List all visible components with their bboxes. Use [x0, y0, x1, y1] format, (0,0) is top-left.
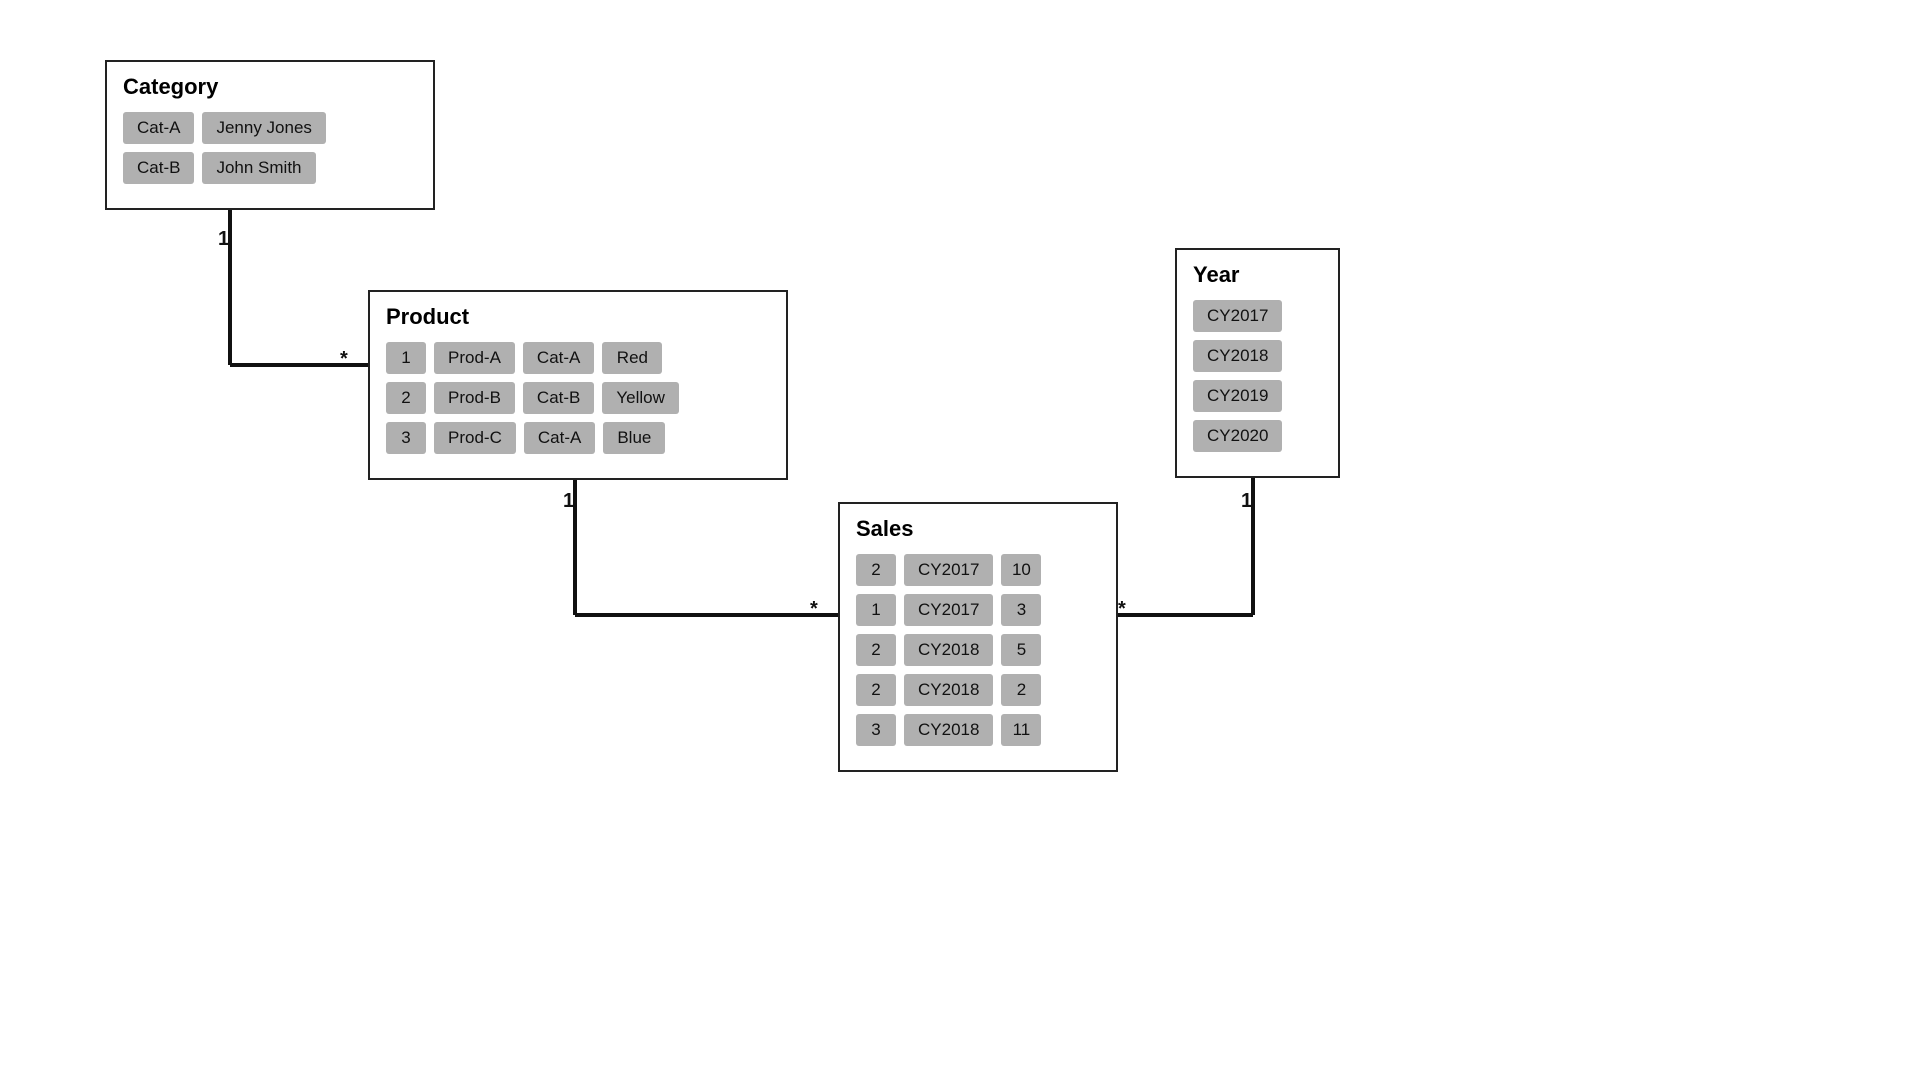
cat-a-cell: Cat-A	[123, 112, 194, 144]
sales-r4-c0: 3	[856, 714, 896, 746]
prod-b-color: Yellow	[602, 382, 679, 414]
sales-r2-c0: 2	[856, 634, 896, 666]
sales-r3-c0: 2	[856, 674, 896, 706]
year-table: Year CY2017 CY2018 CY2019 CY2020	[1175, 248, 1340, 478]
category-row-1: Cat-B John Smith	[123, 152, 417, 184]
sales-r4-c2: 11	[1001, 714, 1041, 746]
prod-b-cat: Cat-B	[523, 382, 594, 414]
sales-row-4: 3 CY2018 11	[856, 714, 1100, 746]
sales-row-2: 2 CY2018 5	[856, 634, 1100, 666]
prod-id-2: 2	[386, 382, 426, 414]
product-row-1: 2 Prod-B Cat-B Yellow	[386, 382, 770, 414]
sales-r3-c2: 2	[1001, 674, 1041, 706]
year-row-2: CY2019	[1193, 380, 1322, 412]
prod-id-1: 1	[386, 342, 426, 374]
sales-r2-c2: 5	[1001, 634, 1041, 666]
john-smith-cell: John Smith	[202, 152, 315, 184]
rel-year-sales-one: 1	[1241, 490, 1252, 513]
cy2017-cell: CY2017	[1193, 300, 1282, 332]
prod-b-name: Prod-B	[434, 382, 515, 414]
year-row-0: CY2017	[1193, 300, 1322, 332]
year-row-1: CY2018	[1193, 340, 1322, 372]
sales-r0-c2: 10	[1001, 554, 1041, 586]
prod-a-cat: Cat-A	[523, 342, 594, 374]
sales-r0-c0: 2	[856, 554, 896, 586]
prod-c-name: Prod-C	[434, 422, 516, 454]
prod-id-3: 3	[386, 422, 426, 454]
jenny-jones-cell: Jenny Jones	[202, 112, 325, 144]
product-row-2: 3 Prod-C Cat-A Blue	[386, 422, 770, 454]
rel-cat-prod-one: 1	[218, 228, 229, 251]
prod-c-color: Blue	[603, 422, 665, 454]
cy2018-cell: CY2018	[1193, 340, 1282, 372]
rel-prod-sales-many: *	[810, 598, 818, 621]
sales-row-3: 2 CY2018 2	[856, 674, 1100, 706]
category-row-0: Cat-A Jenny Jones	[123, 112, 417, 144]
rel-prod-sales-one: 1	[563, 490, 574, 513]
diagram-container: 1 * 1 * 1 * Category Cat-A Jenny Jones C…	[0, 0, 1920, 1080]
sales-title: Sales	[856, 516, 1100, 542]
sales-r2-c1: CY2018	[904, 634, 993, 666]
sales-table: Sales 2 CY2017 10 1 CY2017 3 2 CY2018 5 …	[838, 502, 1118, 772]
rel-cat-prod-many: *	[340, 348, 348, 371]
cy2019-cell: CY2019	[1193, 380, 1282, 412]
prod-a-color: Red	[602, 342, 662, 374]
rel-year-sales-many: *	[1118, 598, 1126, 621]
sales-r1-c0: 1	[856, 594, 896, 626]
year-title: Year	[1193, 262, 1322, 288]
prod-a-name: Prod-A	[434, 342, 515, 374]
sales-r4-c1: CY2018	[904, 714, 993, 746]
product-row-0: 1 Prod-A Cat-A Red	[386, 342, 770, 374]
year-row-3: CY2020	[1193, 420, 1322, 452]
product-title: Product	[386, 304, 770, 330]
sales-row-0: 2 CY2017 10	[856, 554, 1100, 586]
sales-r1-c2: 3	[1001, 594, 1041, 626]
cat-b-cell: Cat-B	[123, 152, 194, 184]
sales-r0-c1: CY2017	[904, 554, 993, 586]
cy2020-cell: CY2020	[1193, 420, 1282, 452]
sales-row-1: 1 CY2017 3	[856, 594, 1100, 626]
category-title: Category	[123, 74, 417, 100]
product-table: Product 1 Prod-A Cat-A Red 2 Prod-B Cat-…	[368, 290, 788, 480]
sales-r3-c1: CY2018	[904, 674, 993, 706]
sales-r1-c1: CY2017	[904, 594, 993, 626]
prod-c-cat: Cat-A	[524, 422, 595, 454]
category-table: Category Cat-A Jenny Jones Cat-B John Sm…	[105, 60, 435, 210]
